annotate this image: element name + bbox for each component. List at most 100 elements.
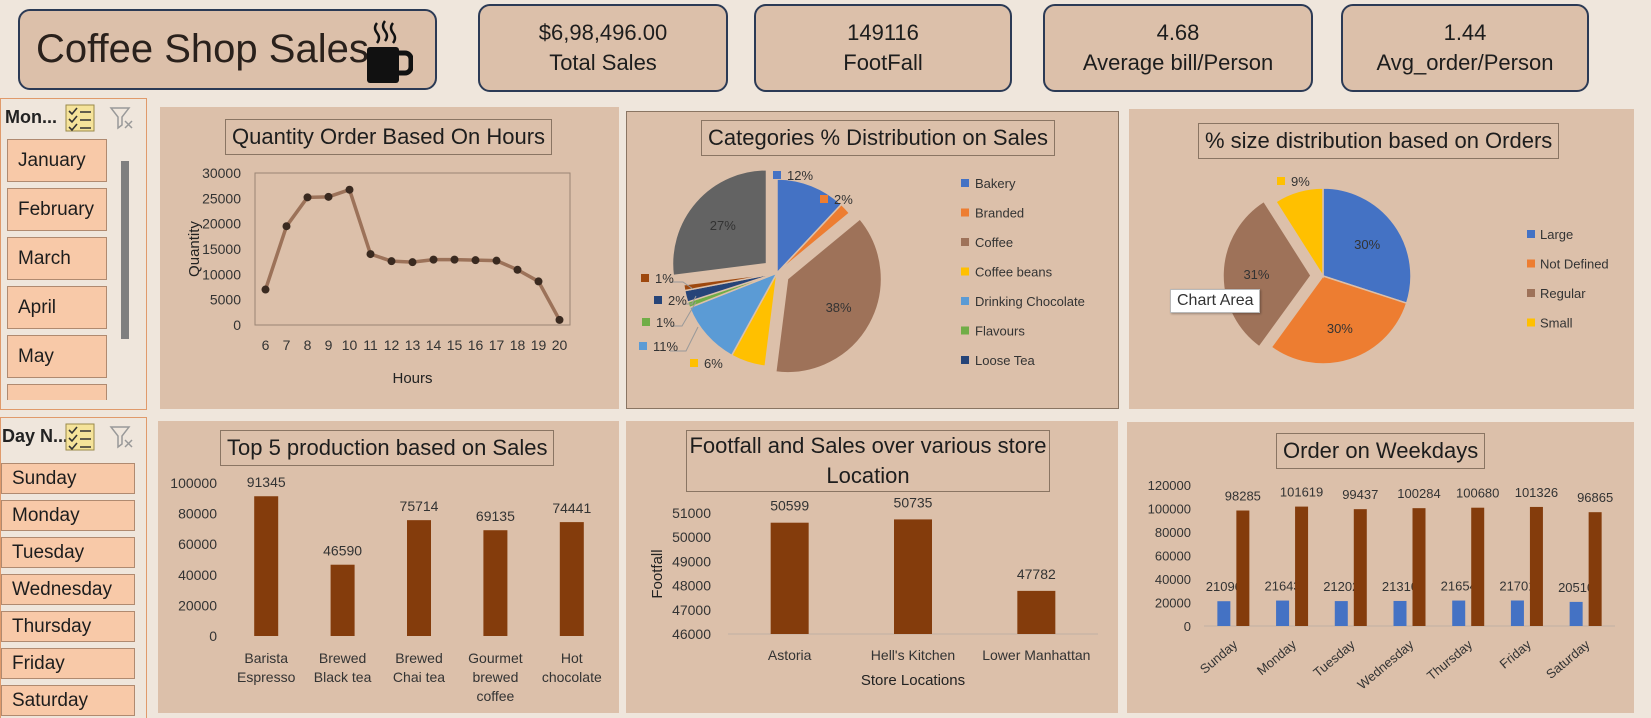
legend-swatch (961, 356, 969, 364)
data-point (429, 255, 438, 264)
footfall-panel[interactable]: Footfall and Sales over various store Lo… (626, 421, 1118, 713)
clear-filter-icon[interactable] (109, 105, 135, 131)
slicer-item-partial[interactable] (7, 384, 107, 400)
x-tick-label: Friday (1497, 636, 1535, 671)
kpi-label: Total Sales (549, 50, 657, 75)
y-tick-label: 51000 (672, 505, 711, 521)
x-tick-label: Saturday (1543, 636, 1593, 681)
slicer-item-day[interactable]: Sunday (1, 463, 135, 494)
legend-swatch (961, 208, 969, 217)
kpi-value: 1.44 (1443, 20, 1487, 45)
data-point (408, 258, 417, 267)
label-key (773, 171, 781, 179)
kpi-footfall: 149116 FootFall (754, 4, 1012, 92)
dashboard-title-card: Coffee Shop Sales (18, 9, 437, 90)
label-key (642, 318, 650, 326)
bar (1017, 590, 1056, 634)
slicer-item-month[interactable]: April (7, 286, 107, 329)
data-point (471, 256, 480, 265)
multi-select-icon[interactable] (65, 104, 95, 132)
data-point (387, 257, 396, 266)
footfall-bar-chart: 51000 50000 49000 48000 47000 46000 50599 Astor… (649, 494, 1098, 689)
y-tick-label: 0 (1184, 619, 1191, 634)
legend-label: Flavours (975, 324, 1025, 339)
weekdays-panel[interactable]: Order on Weekdays 120000 100000 80000 60000… (1127, 422, 1634, 713)
x-tick-label: 8 (304, 337, 312, 353)
data-label: 69135 (476, 508, 515, 524)
bar (407, 520, 431, 636)
bar (1412, 508, 1426, 626)
legend-label: Not Defined (1540, 257, 1609, 272)
data-label: 101619 (1280, 485, 1323, 500)
bar (330, 564, 355, 636)
slicer-scrollbar[interactable] (121, 161, 129, 339)
slicer-item-day[interactable]: Friday (1, 648, 135, 679)
label-key (820, 195, 828, 203)
slicer-item-month[interactable]: February (7, 188, 107, 231)
x-tick-label: 13 (405, 337, 421, 353)
y-tick-label: 20000 (202, 216, 241, 232)
y-tick-label: 46000 (672, 626, 711, 642)
y-tick-label: 49000 (672, 553, 711, 569)
data-label: 75714 (400, 498, 439, 514)
categories-chart-panel[interactable]: Categories % Distribution on Sales 12% 2%… (626, 111, 1119, 409)
bar (1393, 600, 1407, 626)
slicer-item-month[interactable]: May (7, 335, 107, 378)
slicer-item-day[interactable]: Thursday (1, 611, 135, 642)
label-key (654, 296, 662, 304)
y-tick-label: 40000 (1155, 572, 1191, 587)
y-tick-label: 80000 (1155, 525, 1191, 540)
kpi-label: Avg_order/Person (1376, 50, 1554, 75)
x-tick-label: 6 (262, 337, 270, 353)
data-label: 2% (668, 293, 687, 308)
data-label: 50735 (894, 494, 933, 510)
data-label: 6% (704, 356, 723, 371)
data-point (345, 185, 354, 194)
kpi-average-bill: 4.68 Average bill/Person (1043, 4, 1313, 92)
slicer-item-month[interactable]: March (7, 237, 107, 280)
legend-label: Coffee (975, 235, 1013, 250)
y-tick-label: 20000 (178, 597, 217, 613)
legend-label: Large (1540, 227, 1573, 242)
bar (483, 530, 508, 636)
y-tick-label: 60000 (178, 536, 217, 552)
y-tick-label: 48000 (672, 578, 711, 594)
label-key (1277, 177, 1285, 185)
slicer-item-day[interactable]: Saturday (1, 685, 135, 716)
data-point (282, 222, 291, 231)
y-tick-label: 30000 (202, 165, 241, 181)
bar (770, 522, 809, 634)
data-label: 91345 (247, 474, 286, 490)
y-tick-label: 0 (233, 317, 241, 333)
slicer-title: Mon... (5, 106, 57, 127)
legend-swatch (1527, 259, 1535, 268)
label-key (639, 342, 647, 350)
x-tick-label: brewed (472, 669, 518, 685)
clear-filter-icon[interactable] (109, 424, 135, 450)
legend-swatch (1527, 230, 1535, 238)
slicer-item-day[interactable]: Monday (1, 500, 135, 531)
legend-swatch (961, 179, 969, 187)
x-tick-label: Hot (561, 650, 583, 666)
x-tick-label: 16 (468, 337, 484, 353)
data-label: 30% (1327, 321, 1353, 336)
x-tick-label: 20 (552, 337, 568, 353)
x-tick-label: Barista (244, 650, 288, 666)
kpi-value: 4.68 (1156, 20, 1200, 45)
multi-select-icon[interactable] (65, 423, 95, 451)
x-tick-label: Hell's Kitchen (871, 647, 955, 663)
bar (1471, 507, 1485, 626)
hours-chart-panel[interactable]: Quantity Order Based On Hours 30000 25000… (160, 107, 619, 409)
slicer-item-day[interactable]: Tuesday (1, 537, 135, 568)
x-tick-label: Tuesday (1310, 636, 1358, 680)
data-label: 100680 (1456, 486, 1499, 501)
bar (1510, 600, 1524, 626)
slicer-item-day[interactable]: Wednesday (1, 574, 135, 605)
data-label: 100284 (1397, 486, 1440, 501)
size-chart-panel[interactable]: % size distribution based on Orders 30% 3… (1129, 109, 1634, 409)
data-label: 2% (834, 192, 853, 207)
slicer-item-month[interactable]: January (7, 139, 107, 182)
top-products-panel[interactable]: Top 5 production based on Sales 100000 80… (158, 421, 619, 713)
x-tick-label: 15 (447, 337, 463, 353)
y-tick-label: 100000 (170, 475, 217, 491)
